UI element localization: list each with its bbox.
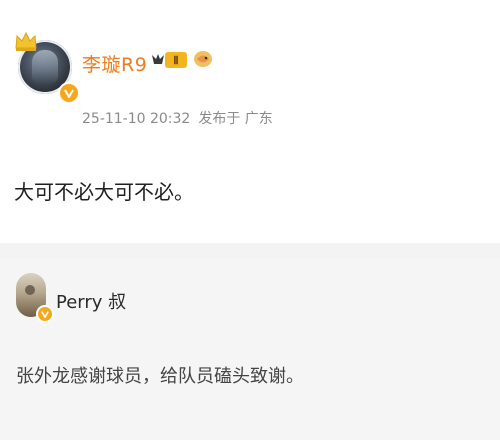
svg-text:Ⅱ: Ⅱ — [173, 55, 178, 67]
post-location: 发布于 广东 — [198, 111, 273, 127]
post-timestamp: 25-11-10 20:32 — [82, 111, 191, 127]
post-content: 大可不必大可不必。 — [14, 180, 194, 204]
comment-content: 张外龙感谢球员，给队员磕头致谢。 — [16, 366, 304, 387]
author-avatar-group[interactable] — [14, 30, 80, 104]
level-badge-icon: Ⅱ — [152, 52, 187, 68]
comment-item[interactable]: Perry 叔 张外龙感谢球员，给队员磕头致谢。 — [0, 259, 500, 440]
verified-v-badge-icon — [58, 82, 80, 104]
commenter-avatar-group[interactable] — [16, 273, 54, 323]
fish-emblem-icon — [194, 51, 212, 67]
author-username[interactable]: 李璇R9 — [82, 50, 147, 77]
section-divider — [0, 243, 500, 259]
crown-icon — [15, 31, 37, 51]
post-meta: 25-11-10 20:32 发布于 广东 — [82, 108, 273, 128]
commenter-username[interactable]: Perry 叔 — [56, 288, 126, 314]
verified-v-badge-icon — [36, 305, 54, 323]
weibo-post: 李璇R9 Ⅱ 25-11-10 20:32 发布于 广东 大可不必大可不必。 — [0, 0, 500, 243]
